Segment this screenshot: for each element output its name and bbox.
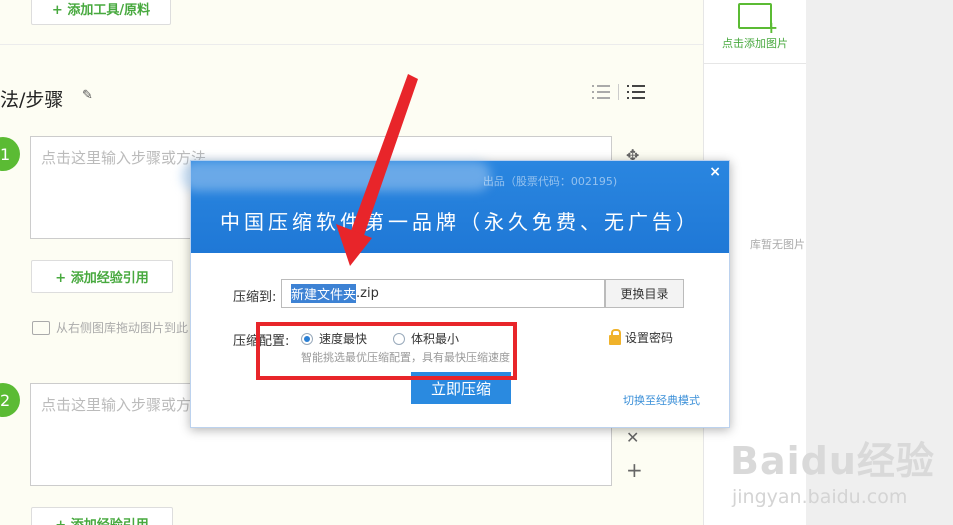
annotation-arrow <box>336 74 418 266</box>
arrow-shaft <box>348 74 418 244</box>
